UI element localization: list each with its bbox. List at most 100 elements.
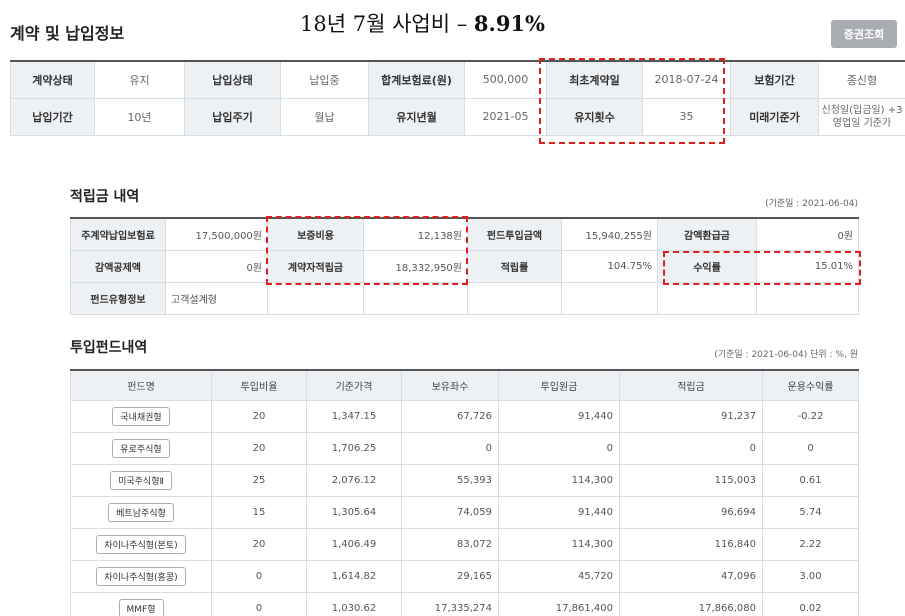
contract-value: 35: [642, 97, 731, 136]
fund-units: 74,059: [401, 495, 499, 529]
fund-return: 0.61: [762, 463, 859, 497]
fund-return: 5.74: [762, 495, 859, 529]
funds-base-date: (기준일 : 2021-06-04) 단위 : %, 원: [714, 350, 858, 360]
fund-ratio: 20: [211, 431, 307, 465]
contract-value: 월납: [280, 97, 369, 136]
fund-row: 미국주식형Ⅱ 25 2,076.12 55,393 114,300 115,00…: [70, 463, 859, 497]
column-header: 투입비율: [211, 369, 307, 401]
fund-principal: 114,300: [498, 463, 620, 497]
fund-units: 67,726: [401, 399, 499, 433]
fund-reserve: 0: [619, 431, 763, 465]
savings-label: 수익률: [657, 249, 757, 283]
fund-base-price: 1,614.82: [306, 559, 402, 593]
savings-row: 주계약납입보험료 17,500,000원 보증비용 12,138원 펀드투입금액…: [70, 217, 859, 251]
fund-units: 29,165: [401, 559, 499, 593]
contract-info-table: 계약상태 유지 납입상태 납입중 합계보험료(원) 500,000 최초계약일 …: [10, 60, 905, 136]
savings-value: 12,138원: [363, 217, 468, 251]
fund-ratio: 25: [211, 463, 307, 497]
contract-label: 미래기준가: [730, 97, 819, 136]
savings-value: 0원: [756, 217, 859, 251]
contract-value: 납입중: [280, 60, 369, 99]
fund-row: 차이나주식형(본토) 20 1,406.49 83,072 114,300 11…: [70, 527, 859, 561]
savings-label: 펀드유형정보: [70, 281, 166, 315]
fund-name-button[interactable]: 국내채권형: [112, 406, 170, 426]
savings-section-title: 적립금 내역: [70, 189, 140, 205]
fund-principal: 91,440: [498, 495, 620, 529]
fund-return: 0.02: [762, 591, 859, 616]
funds-header-row: 펀드명 투입비율 기준가격 보유좌수 투입원금 적립금 운용수익률: [70, 369, 859, 401]
savings-label: 적립률: [467, 249, 562, 283]
savings-value: 104.75%: [561, 249, 658, 283]
fund-row: 국내채권형 20 1,347.15 67,726 91,440 91,237 -…: [70, 399, 859, 433]
fund-name-cell: 차이나주식형(홍콩): [70, 559, 212, 593]
fund-row: MMF형 0 1,030.62 17,335,274 17,861,400 17…: [70, 591, 859, 616]
empty-cell: [467, 281, 562, 315]
savings-label: 주계약납입보험료: [70, 217, 166, 251]
fund-name-button[interactable]: 베트남주식형: [108, 502, 174, 522]
empty-cell: [657, 281, 757, 315]
fund-principal: 114,300: [498, 527, 620, 561]
fund-reserve: 91,237: [619, 399, 763, 433]
empty-cell: [561, 281, 658, 315]
contract-value: 2021-05: [464, 97, 547, 136]
fund-reserve: 96,694: [619, 495, 763, 529]
funds-table: 펀드명 투입비율 기준가격 보유좌수 투입원금 적립금 운용수익률 국내채권형 …: [70, 369, 859, 616]
fund-name-cell: 국내채권형: [70, 399, 212, 433]
fund-principal: 0: [498, 431, 620, 465]
contract-label: 유지년월: [368, 97, 465, 136]
fund-principal: 45,720: [498, 559, 620, 593]
contract-label: 납입상태: [184, 60, 281, 99]
fund-ratio: 20: [211, 399, 307, 433]
fund-units: 17,335,274: [401, 591, 499, 616]
empty-cell: [363, 281, 468, 315]
savings-value: 18,332,950원: [363, 249, 468, 283]
savings-value: 고객설계형: [165, 281, 268, 315]
savings-row: 감액공제액 0원 계약자적립금 18,332,950원 적립률 104.75% …: [70, 249, 859, 283]
certificate-view-button[interactable]: 증권조회: [831, 20, 897, 48]
fund-base-price: 2,076.12: [306, 463, 402, 497]
fund-return: -0.22: [762, 399, 859, 433]
fund-reserve: 47,096: [619, 559, 763, 593]
contract-label: 최초계약일: [546, 60, 643, 99]
column-header: 투입원금: [498, 369, 620, 401]
fund-units: 0: [401, 431, 499, 465]
column-header: 기준가격: [306, 369, 402, 401]
empty-cell: [756, 281, 859, 315]
fund-name-button[interactable]: 유로주식형: [112, 438, 170, 458]
funds-section-title: 투입펀드내역: [70, 340, 148, 356]
fund-name-button[interactable]: MMF형: [118, 598, 164, 616]
fund-return: 2.22: [762, 527, 859, 561]
contract-label: 보험기간: [730, 60, 819, 99]
contract-value: 2018-07-24: [642, 60, 731, 99]
contract-value: 유지: [94, 60, 185, 99]
contract-label: 계약상태: [10, 60, 95, 99]
fund-units: 55,393: [401, 463, 499, 497]
fund-name-cell: 유로주식형: [70, 431, 212, 465]
overlay-annotation-prefix: 18년 7월 사업비 –: [300, 12, 474, 36]
savings-row: 펀드유형정보 고객설계형: [70, 281, 859, 315]
empty-cell: [267, 281, 364, 315]
fund-name-button[interactable]: 차이나주식형(홍콩): [96, 566, 186, 586]
fund-row: 차이나주식형(홍콩) 0 1,614.82 29,165 45,720 47,0…: [70, 559, 859, 593]
fund-reserve: 115,003: [619, 463, 763, 497]
savings-value: 15,940,255원: [561, 217, 658, 251]
fund-name-button[interactable]: 미국주식형Ⅱ: [110, 470, 172, 490]
fund-row: 유로주식형 20 1,706.25 0 0 0 0: [70, 431, 859, 465]
contract-row: 계약상태 유지 납입상태 납입중 합계보험료(원) 500,000 최초계약일 …: [10, 60, 905, 99]
overlay-annotation-value: 8.91%: [473, 11, 545, 36]
page-title: 계약 및 납입정보: [10, 24, 125, 43]
contract-row: 납입기간 10년 납입주기 월납 유지년월 2021-05 유지횟수 35 미래…: [10, 97, 905, 136]
contract-label: 납입주기: [184, 97, 281, 136]
savings-label: 계약자적립금: [267, 249, 364, 283]
column-header: 보유좌수: [401, 369, 499, 401]
savings-label: 펀드투입금액: [467, 217, 562, 251]
contract-label: 유지횟수: [546, 97, 643, 136]
column-header: 운용수익률: [762, 369, 859, 401]
fund-name-button[interactable]: 차이나주식형(본토): [96, 534, 186, 554]
savings-table: 주계약납입보험료 17,500,000원 보증비용 12,138원 펀드투입금액…: [70, 217, 859, 315]
fund-principal: 17,861,400: [498, 591, 620, 616]
fund-return: 0: [762, 431, 859, 465]
contract-value: 신청일(입금일) +3영업일 기준가: [818, 97, 905, 136]
fund-base-price: 1,030.62: [306, 591, 402, 616]
contract-label: 납입기간: [10, 97, 95, 136]
